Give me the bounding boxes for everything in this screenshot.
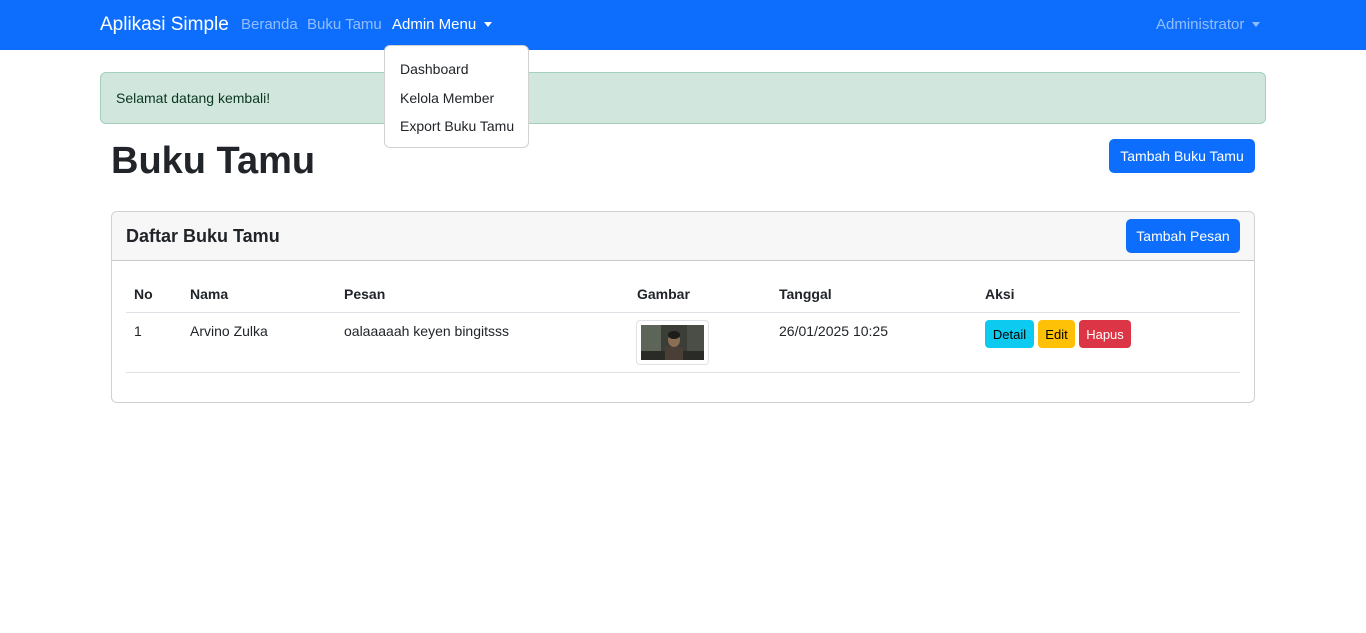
- brand-link[interactable]: Aplikasi Simple: [100, 14, 229, 36]
- dropdown-item-kelola-member[interactable]: Kelola Member: [400, 90, 494, 106]
- detail-button[interactable]: Detail: [985, 320, 1034, 348]
- alert-text: Selamat datang kembali!: [116, 90, 271, 106]
- dropdown-item-dashboard[interactable]: Dashboard: [400, 61, 469, 77]
- nav-admin-menu-toggle[interactable]: Admin Menu: [392, 16, 493, 33]
- column-header-nama: Nama: [190, 286, 229, 302]
- add-guestbook-button[interactable]: Tambah Buku Tamu: [1109, 139, 1255, 173]
- column-header-tanggal: Tanggal: [779, 286, 832, 302]
- nav-link-beranda[interactable]: Beranda: [241, 16, 298, 33]
- nav-link-buku-tamu[interactable]: Buku Tamu: [307, 16, 382, 33]
- guestbook-card: Daftar Buku Tamu: [111, 211, 1255, 403]
- add-message-button[interactable]: Tambah Pesan: [1126, 219, 1240, 253]
- cell-pesan: oalaaaaah keyen bingitsss: [344, 323, 510, 339]
- table-header-divider: [126, 312, 1240, 313]
- column-header-no: No: [134, 286, 153, 302]
- column-header-gambar: Gambar: [637, 286, 690, 302]
- caret-down-icon: [484, 21, 493, 27]
- delete-button[interactable]: Hapus: [1079, 320, 1131, 348]
- nav-user-menu-toggle[interactable]: Administrator: [1156, 16, 1261, 33]
- cell-nama: Arvino Zulka: [190, 323, 268, 339]
- table-row-divider: [126, 372, 1240, 373]
- column-header-pesan: Pesan: [344, 286, 386, 302]
- admin-dropdown-menu: Dashboard Kelola Member Export Buku Tamu: [384, 45, 529, 148]
- cell-tanggal: 26/01/2025 10:25: [779, 323, 888, 339]
- success-alert: Selamat datang kembali!: [100, 72, 1266, 124]
- card-header: Daftar Buku Tamu: [112, 212, 1254, 261]
- page-title: Buku Tamu: [111, 140, 316, 182]
- admin-menu-label: Admin Menu: [392, 16, 477, 33]
- guest-photo-thumbnail: [636, 320, 709, 365]
- photo-image: [641, 325, 704, 360]
- card-title: Daftar Buku Tamu: [126, 226, 280, 246]
- navbar: Aplikasi Simple Beranda Buku Tamu Admin …: [0, 0, 1366, 50]
- dropdown-item-export-buku-tamu[interactable]: Export Buku Tamu: [400, 118, 514, 134]
- edit-button[interactable]: Edit: [1038, 320, 1075, 348]
- caret-down-icon: [1252, 21, 1261, 27]
- column-header-aksi: Aksi: [985, 286, 1015, 302]
- cell-no: 1: [134, 323, 142, 339]
- user-menu-label: Administrator: [1156, 16, 1245, 33]
